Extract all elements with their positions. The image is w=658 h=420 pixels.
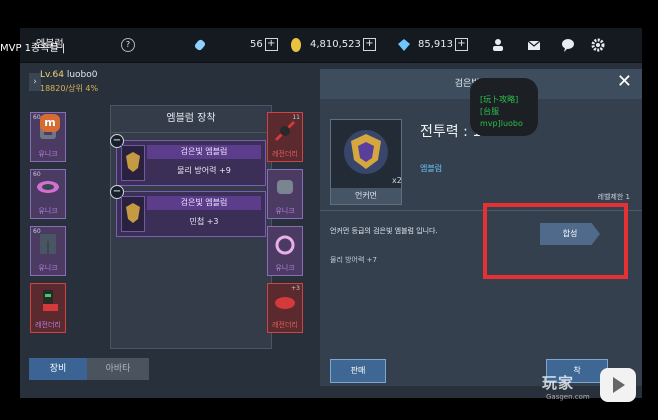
settings-icon[interactable] xyxy=(590,37,606,53)
gem-icon xyxy=(398,39,410,51)
emblem-name: 검은빛 엠블럼 xyxy=(147,145,261,159)
close-icon[interactable]: ✕ xyxy=(617,71,632,92)
emblem-panel-title: 엠블럼 장착 xyxy=(111,106,271,133)
emblem-card-1[interactable]: − 검은빛 엠블럼 물리 방어력 +9 xyxy=(110,134,266,186)
gold-icon xyxy=(291,38,301,52)
player-level: Lv.64 xyxy=(40,70,64,80)
weapon-icon xyxy=(275,121,295,141)
level-limit: 레벨제한 1 xyxy=(597,193,630,201)
ring-icon xyxy=(275,235,295,255)
tab-avatar[interactable]: 아바타 xyxy=(87,358,149,380)
item-stat: 물리 방어력 +7 xyxy=(330,256,377,264)
highlight-box xyxy=(483,203,628,279)
tab-equipment[interactable]: 장비 xyxy=(29,358,87,380)
add-gem-button[interactable]: + xyxy=(455,37,468,51)
profile-icon[interactable] xyxy=(490,37,506,53)
add-gold-button[interactable]: + xyxy=(362,37,376,51)
item-preview: 언커먼 xyxy=(330,119,402,205)
watermark-text: MVP 1종족블 | xyxy=(0,43,66,54)
emblem-equip-panel: 엠블럼 장착 − 검은빛 엠블럼 물리 방어력 +9 − 검은빛 엠블럼 민첩 … xyxy=(110,105,272,349)
player-rank: 18820/상위 4% xyxy=(40,84,99,93)
gloves-icon xyxy=(277,180,293,194)
add-stamina-button[interactable]: + xyxy=(264,37,278,51)
emblem-card-2[interactable]: − 검은빛 엠블럼 민첩 +3 xyxy=(110,185,266,237)
chat-icon[interactable] xyxy=(560,37,576,53)
item-grade: 언커먼 xyxy=(331,188,401,204)
gold-value: 4,810,523 + xyxy=(310,28,376,62)
equip-slot-accessory[interactable]: +3 레전더리 xyxy=(267,283,303,333)
equip-slot-boots[interactable]: 레전더리 xyxy=(30,283,66,333)
top-bar: 엠블럼 ? 56 + 4,810,523 + 85,913 + xyxy=(20,28,642,63)
stamina-value: 56 + xyxy=(250,28,278,62)
gem-value: 85,913 + xyxy=(418,28,468,62)
equip-slot-pants[interactable]: 60 유니크 xyxy=(30,226,66,276)
pants-icon xyxy=(40,234,56,254)
item-count: x2 xyxy=(392,176,402,185)
help-icon[interactable]: ? xyxy=(121,28,135,62)
equip-slot-ring[interactable]: 유니크 xyxy=(267,226,303,276)
emblem-shield-icon xyxy=(121,196,145,232)
potion-icon xyxy=(194,39,206,51)
play-icon[interactable] xyxy=(600,368,636,402)
item-description: 언커먼 등급의 검은빛 엠블럼 입니다. xyxy=(330,227,438,235)
mail-icon[interactable] xyxy=(526,37,542,53)
boots-icon xyxy=(43,290,58,311)
belt-icon xyxy=(37,181,59,193)
item-type: 엠블럼 xyxy=(420,164,443,173)
brand-url: Gasgen.com xyxy=(546,393,590,401)
overlay-watermark: [玩卜攻略] [台服mvp]luobo xyxy=(470,78,538,136)
emblem-stat: 물리 방어력 +9 xyxy=(177,166,231,175)
emblem-name: 검은빛 엠블럼 xyxy=(147,196,261,210)
emblem-shield-icon xyxy=(121,145,145,181)
equip-slot-weapon[interactable]: 11 레전더리 xyxy=(267,112,303,162)
player-name: luobo0 xyxy=(66,70,98,80)
logo-icon: m xyxy=(40,114,60,132)
emblem-stat: 민첩 +3 xyxy=(189,217,219,226)
equip-slot-belt[interactable]: 60 유니크 xyxy=(30,169,66,219)
equip-slot-gloves[interactable]: 유니크 xyxy=(267,169,303,219)
emblem-shield-icon xyxy=(344,130,388,174)
sell-button[interactable]: 판매 xyxy=(330,359,386,383)
brand-watermark: 玩家 xyxy=(542,374,575,392)
accessory-icon xyxy=(275,297,295,309)
player-profile: Lv.64 luobo0 18820/상위 4% xyxy=(40,70,98,94)
